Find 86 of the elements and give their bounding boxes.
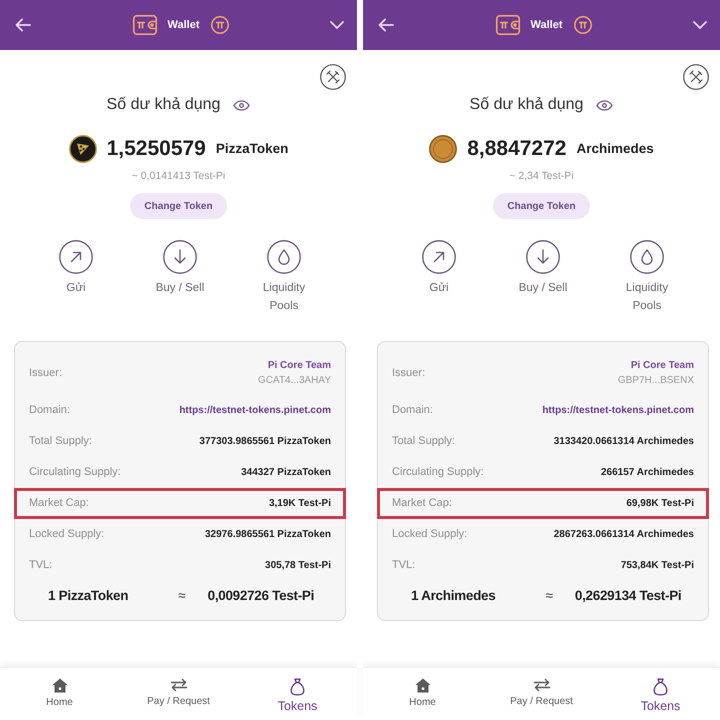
buy-sell-button[interactable]: Buy / Sell <box>512 240 574 315</box>
detail-label: Domain: <box>29 403 70 418</box>
back-arrow-icon[interactable] <box>378 18 394 32</box>
balance-amount: 8,8847272 <box>467 136 566 162</box>
approx-sign: ≈ <box>178 587 186 606</box>
detail-label: Market Cap: <box>392 496 452 512</box>
arrow-up-right-icon <box>422 240 456 274</box>
conversion-to: 0,2629134 Test-Pi <box>574 587 682 606</box>
header-title: Wallet <box>530 18 562 33</box>
issuer-name: Pi Core Team <box>268 359 331 373</box>
back-arrow-icon[interactable] <box>15 18 31 32</box>
wallet-icon <box>132 15 156 35</box>
pi-coin-icon <box>210 16 228 34</box>
buy-sell-button[interactable]: Buy / Sell <box>149 240 211 315</box>
detail-value: 305,78 Test-Pi <box>265 559 331 573</box>
detail-label: Locked Supply: <box>392 527 468 542</box>
conversion-from: 1 PizzaToken <box>48 587 128 606</box>
arrow-down-icon <box>163 240 197 274</box>
detail-label: Circulating Supply: <box>29 465 121 480</box>
swap-arrows-icon <box>170 678 188 692</box>
nav-tab[interactable]: Pay / Request <box>510 668 573 720</box>
issuer-name: Pi Core Team <box>630 359 694 373</box>
arrow-up-right-icon <box>59 240 93 274</box>
conversion-to: 0,0092726 Test-Pi <box>208 587 314 606</box>
detail-label: TVL: <box>29 558 52 574</box>
arrow-down-icon <box>526 240 560 274</box>
detail-label: Issuer: <box>392 366 426 381</box>
nav-tab[interactable]: Tokens <box>640 668 680 720</box>
issuer-address: GCAT4...3AHAY <box>258 374 331 388</box>
detail-label: Issuer: <box>29 366 62 381</box>
detail-label: Circulating Supply: <box>392 465 484 480</box>
money-bag-icon <box>290 678 305 696</box>
liquidity-pools-button[interactable]: Liquidity Pools <box>253 240 315 315</box>
swap-arrows-icon <box>532 678 550 692</box>
home-icon <box>414 678 430 693</box>
approx-value: ~ 0,0141413 Test-Pi <box>132 169 226 183</box>
eye-icon[interactable] <box>233 100 250 110</box>
balance-amount: 1,5250579 <box>106 136 206 162</box>
detail-value: 3133420.0661314 Archimedes <box>554 435 694 449</box>
detail-value: 32976.9865561 PizzaToken <box>204 528 331 542</box>
balance-label: Số dư khả dụng <box>470 96 584 114</box>
detail-label: Locked Supply: <box>29 527 104 542</box>
pizza-coin-icon <box>68 135 97 163</box>
nav-tab[interactable]: Pay / Request <box>147 668 210 720</box>
domain-link[interactable]: https://testnet-tokens.pinet.com <box>179 403 331 418</box>
detail-value: 344327 PizzaToken <box>241 466 331 480</box>
drop-icon <box>630 240 664 274</box>
tools-icon[interactable] <box>320 64 346 90</box>
wallet-icon <box>496 15 520 35</box>
detail-value: 2867263.0661314 Archimedes <box>554 528 694 542</box>
detail-value: 3,19K Test-Pi <box>268 497 331 511</box>
send-button[interactable]: Gửi <box>408 240 470 315</box>
change-token-button[interactable]: Change Token <box>130 193 227 219</box>
detail-label: Domain: <box>392 403 433 418</box>
token-name: Archimedes <box>576 140 654 158</box>
domain-link[interactable]: https://testnet-tokens.pinet.com <box>542 403 694 418</box>
issuer-address: GBP7H...BSENX <box>618 374 694 388</box>
liquidity-pools-button[interactable]: Liquidity Pools <box>616 240 678 315</box>
send-button[interactable]: Gửi <box>45 240 107 315</box>
approx-value: ~ 2,34 Test-Pi <box>509 169 574 183</box>
approx-sign: ≈ <box>545 587 553 606</box>
detail-label: Market Cap: <box>29 496 89 512</box>
nav-tab[interactable]: Home <box>409 668 436 720</box>
money-bag-icon <box>652 678 668 696</box>
nav-tab[interactable]: Home <box>46 668 73 720</box>
drop-icon <box>267 240 301 274</box>
token-name: PizzaToken <box>216 140 288 158</box>
chevron-down-icon[interactable] <box>330 21 344 29</box>
detail-label: TVL: <box>392 558 416 574</box>
header-title: Wallet <box>168 18 200 33</box>
detail-value: 377303.9865561 PizzaToken <box>199 435 331 449</box>
balance-label: Số dư khả dụng <box>106 96 220 114</box>
detail-value: 753,84K Test-Pi <box>620 559 694 573</box>
detail-value: 266157 Archimedes <box>600 466 694 480</box>
coin-icon <box>429 135 458 163</box>
detail-value: 69,98K Test-Pi <box>626 497 694 511</box>
tools-icon[interactable] <box>683 64 709 90</box>
detail-label: Total Supply: <box>392 434 455 450</box>
home-icon <box>52 678 68 693</box>
nav-tab[interactable]: Tokens <box>278 668 318 720</box>
pi-coin-icon <box>574 16 592 34</box>
conversion-from: 1 Archimedes <box>411 587 496 606</box>
detail-label: Total Supply: <box>29 434 92 450</box>
change-token-button[interactable]: Change Token <box>493 193 590 219</box>
chevron-down-icon[interactable] <box>693 21 707 29</box>
eye-icon[interactable] <box>596 100 614 110</box>
